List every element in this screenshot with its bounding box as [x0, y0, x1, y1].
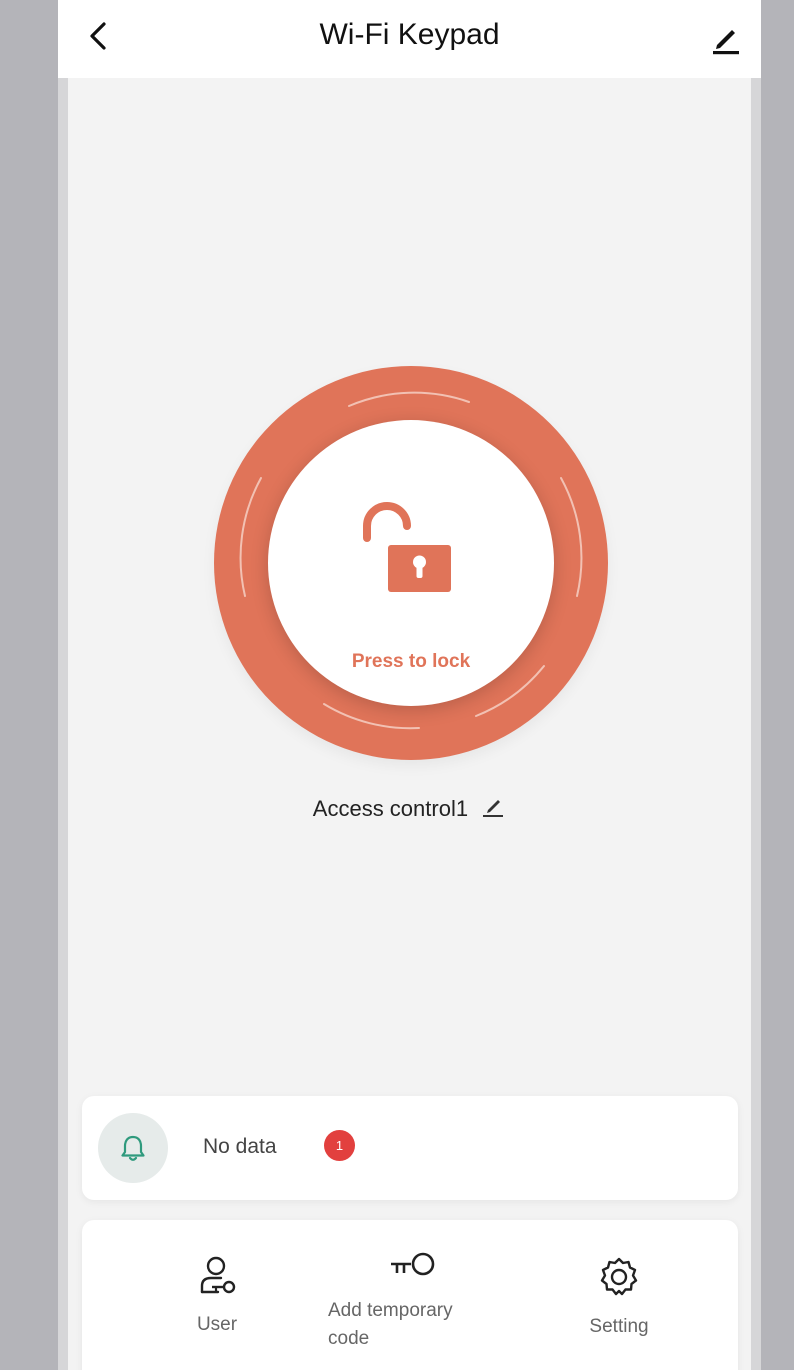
notification-text: No data — [203, 1135, 277, 1158]
screen-edge-left — [58, 0, 68, 1370]
user-button[interactable]: User — [178, 1256, 256, 1339]
bell-icon-container — [98, 1113, 168, 1183]
page-title: Wi-Fi Keypad — [319, 18, 500, 51]
bottom-nav: User Add temporary code Setting — [82, 1220, 738, 1370]
user-label: User — [196, 1314, 238, 1335]
user-key-icon — [200, 1256, 236, 1294]
setting-button[interactable]: Setting — [574, 1256, 664, 1341]
add-temporary-code-label: Add temporary code — [328, 1300, 453, 1349]
key-icon — [391, 1252, 435, 1276]
setting-label: Setting — [589, 1316, 649, 1337]
edit-button[interactable] — [709, 18, 743, 56]
bell-icon — [121, 1135, 145, 1161]
screen-edge-right — [751, 0, 761, 1370]
gear-icon — [600, 1257, 638, 1296]
lock-ring: Press to lock — [214, 366, 608, 760]
unlocked-padlock-icon — [363, 502, 451, 592]
lock-button[interactable]: Press to lock — [268, 420, 554, 706]
device-name: Access control1 — [312, 795, 469, 821]
device-name-row: Access control1 — [58, 795, 761, 825]
pencil-icon — [483, 800, 504, 817]
pencil-icon — [713, 30, 739, 55]
notification-badge: 1 — [324, 1130, 355, 1161]
rename-device-button[interactable] — [480, 795, 506, 825]
press-to-lock-label: Press to lock — [351, 651, 471, 672]
notification-card[interactable]: No data 1 — [82, 1096, 738, 1200]
header-bar: Wi-Fi Keypad — [58, 0, 761, 78]
app-screen: Wi-Fi Keypad Press to lock Access contro… — [58, 0, 761, 1370]
